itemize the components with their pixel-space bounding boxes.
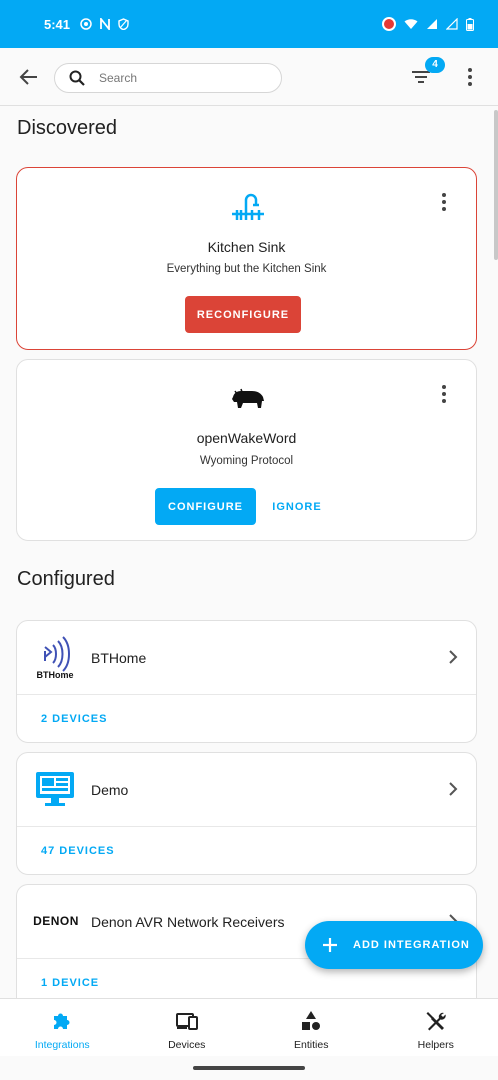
integration-name: Denon AVR Network Receivers	[91, 914, 285, 930]
puzzle-icon	[54, 1013, 70, 1029]
integration-name: BTHome	[91, 650, 147, 666]
card-menu-icon[interactable]	[438, 192, 450, 212]
bthome-waves-icon: BTHome	[36, 636, 74, 679]
status-bar: 5:41	[0, 0, 498, 48]
status-icons	[80, 18, 129, 30]
tools-icon	[426, 1012, 446, 1031]
filter-badge: 4	[425, 57, 445, 73]
nav-label: Entities	[294, 1039, 329, 1051]
nav-devices[interactable]: Devices	[125, 999, 250, 1056]
nav-label: Helpers	[417, 1039, 454, 1051]
openwakeword-card: openWakeWord Wyoming Protocol CONFIGURE …	[16, 359, 477, 541]
status-right-icons	[382, 17, 474, 31]
n-app-icon	[100, 18, 110, 30]
card-title: openWakeWord	[196, 430, 297, 446]
add-integration-label: ADD INTEGRATION	[353, 939, 470, 951]
shield-icon	[118, 18, 129, 30]
app-bar	[0, 48, 498, 106]
devices-link[interactable]: 2 DEVICES	[41, 713, 107, 725]
chevron-right-icon	[449, 782, 458, 796]
discovered-heading: Discovered	[17, 117, 118, 139]
wifi-icon	[404, 19, 418, 29]
integration-name: Demo	[91, 782, 129, 798]
chevron-right-icon	[449, 650, 458, 664]
bthome-logo-text: BTHome	[36, 670, 73, 679]
plus-icon	[323, 938, 337, 952]
card-subtitle: Everything but the Kitchen Sink	[166, 263, 327, 275]
devices-icon	[175, 1013, 198, 1030]
nav-helpers[interactable]: Helpers	[374, 999, 498, 1056]
overflow-menu-icon[interactable]	[462, 66, 478, 88]
battery-icon	[466, 17, 474, 31]
configured-heading: Configured	[17, 568, 115, 590]
bthome-logo: BTHome	[31, 635, 79, 679]
demo-logo	[31, 767, 79, 811]
recording-icon	[382, 17, 396, 31]
monitor-icon	[36, 772, 74, 806]
search-input[interactable]	[99, 71, 249, 85]
status-time: 5:41	[44, 16, 71, 32]
devices-link[interactable]: 1 DEVICE	[41, 977, 99, 989]
bison-icon	[232, 388, 264, 408]
bthome-card[interactable]: BTHome BTHome 2 DEVICES	[16, 620, 477, 743]
bottom-navigation: Integrations Devices Entities Helpers	[0, 998, 498, 1056]
signal-icon	[427, 19, 437, 29]
add-integration-button[interactable]: ADD INTEGRATION	[305, 921, 483, 969]
nav-integrations[interactable]: Integrations	[0, 999, 125, 1056]
ignore-button[interactable]: IGNORE	[265, 488, 329, 525]
nav-label: Integrations	[34, 1039, 90, 1051]
bthome-card-header[interactable]: BTHome BTHome	[17, 621, 476, 695]
search-box[interactable]	[54, 63, 282, 93]
scrollbar[interactable]	[494, 110, 498, 260]
radio-icon	[80, 18, 92, 30]
card-title: Kitchen Sink	[207, 239, 286, 255]
nav-label: Devices	[168, 1039, 206, 1051]
reconfigure-button[interactable]: RECONFIGURE	[185, 296, 301, 333]
back-arrow-icon[interactable]	[18, 66, 40, 88]
sink-icon	[232, 193, 264, 220]
shapes-icon	[302, 1011, 321, 1030]
demo-card-header[interactable]: Demo	[17, 753, 476, 827]
gesture-bar[interactable]	[193, 1066, 305, 1070]
denon-logo: DENON	[31, 899, 81, 943]
nav-entities[interactable]: Entities	[249, 999, 374, 1056]
devices-link[interactable]: 47 DEVICES	[41, 845, 115, 857]
signal-2-icon	[446, 18, 458, 30]
configure-button[interactable]: CONFIGURE	[155, 488, 256, 525]
card-menu-icon[interactable]	[438, 384, 450, 404]
kitchen-sink-card: Kitchen Sink Everything but the Kitchen …	[16, 167, 477, 350]
denon-logo-text: DENON	[33, 914, 79, 928]
demo-card[interactable]: Demo 47 DEVICES	[16, 752, 477, 875]
card-subtitle: Wyoming Protocol	[199, 455, 294, 467]
search-icon	[69, 70, 85, 86]
